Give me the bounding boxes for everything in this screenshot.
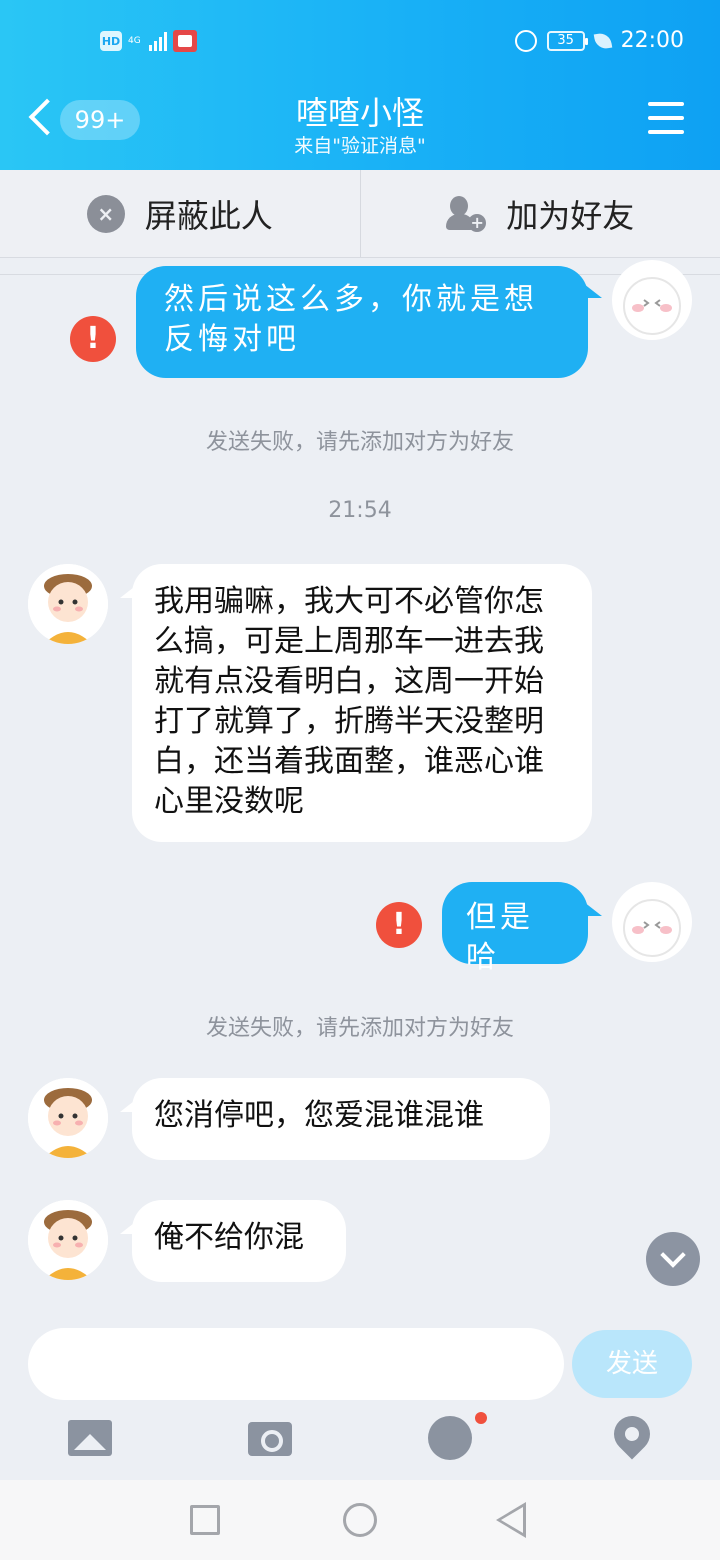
location-icon[interactable] xyxy=(610,1416,658,1460)
send-button[interactable]: 发送 xyxy=(572,1330,692,1398)
message-bubble-outgoing[interactable]: 然后说这么多，你就是想反悔对吧 xyxy=(136,266,588,378)
add-friend-label: 加为好友 xyxy=(506,196,635,235)
send-failed-icon[interactable]: ! xyxy=(70,316,116,362)
message-bubble-incoming[interactable]: 俺不给你混 xyxy=(132,1200,346,1282)
recent-apps-icon[interactable] xyxy=(190,1505,220,1535)
block-face-icon: × xyxy=(86,194,125,233)
contact-avatar[interactable] xyxy=(28,564,108,644)
add-friend-button[interactable]: + 加为好友 xyxy=(359,170,720,257)
home-icon[interactable] xyxy=(343,1503,377,1537)
message-text: 您消停吧，您爱混谁混谁 xyxy=(154,1098,484,1133)
status-bar: HD 4G 35 22:00 xyxy=(0,24,720,60)
battery-icon: 35 xyxy=(546,30,588,51)
emoji-icon[interactable] xyxy=(428,1416,476,1460)
send-failed-notice: 发送失败，请先添加对方为好友 xyxy=(205,430,514,455)
my-avatar[interactable] xyxy=(612,882,692,962)
message-text: 我用骗嘛，我大可不必管你怎么搞，可是上周那车一进去我就有点没看明白，这周一开始打… xyxy=(154,584,544,819)
block-user-label: 屏蔽此人 xyxy=(144,196,273,235)
eco-leaf-icon xyxy=(593,31,612,50)
image-icon[interactable] xyxy=(68,1416,116,1460)
hd-icon: HD xyxy=(100,31,122,51)
stranger-action-bar: × 屏蔽此人 + 加为好友 xyxy=(0,170,720,258)
header-bar: HD 4G 35 22:00 99+ 喳喳小怪 来自"验证消息" xyxy=(0,0,720,170)
system-nav-bar xyxy=(0,1480,720,1560)
my-avatar[interactable] xyxy=(612,260,692,340)
message-list[interactable]: ! 然后说这么多，你就是想反悔对吧 发送失败，请先添加对方为好友 21:54 我… xyxy=(0,258,720,1320)
send-failed-notice: 发送失败，请先添加对方为好友 xyxy=(205,1016,514,1041)
send-failed-icon[interactable]: ! xyxy=(376,902,422,948)
book-app-icon xyxy=(172,30,197,52)
message-text: 俺不给你混 xyxy=(154,1220,304,1255)
timestamp: 21:54 xyxy=(328,498,392,523)
back-triangle-icon[interactable] xyxy=(496,1502,526,1538)
message-text: 然后说这么多，你就是想反悔对吧 xyxy=(164,282,538,357)
menu-button[interactable] xyxy=(648,102,684,134)
message-text: 但是哈 xyxy=(466,900,534,975)
add-user-icon: + xyxy=(446,194,487,234)
message-input[interactable] xyxy=(28,1328,564,1400)
scroll-to-bottom-button[interactable] xyxy=(646,1232,700,1286)
camera-icon[interactable] xyxy=(248,1416,296,1460)
signal-icon xyxy=(148,31,167,51)
message-bubble-outgoing[interactable]: 但是哈 xyxy=(442,882,588,975)
block-user-button[interactable]: × 屏蔽此人 xyxy=(0,170,360,257)
composer: 发送 xyxy=(0,1320,720,1480)
alarm-icon xyxy=(514,29,537,52)
composer-toolbar xyxy=(0,1408,720,1472)
network-type: 4G xyxy=(128,35,141,46)
contact-avatar[interactable] xyxy=(28,1200,108,1280)
message-bubble-incoming[interactable]: 我用骗嘛，我大可不必管你怎么搞，可是上周那车一进去我就有点没看明白，这周一开始打… xyxy=(132,564,592,842)
message-bubble-incoming[interactable]: 您消停吧，您爱混谁混谁 xyxy=(132,1078,550,1160)
chat-title: 喳喳小怪 xyxy=(295,94,424,132)
chat-subtitle: 来自"验证消息" xyxy=(294,135,426,157)
new-indicator-dot xyxy=(475,1412,487,1424)
clock: 22:00 xyxy=(620,28,684,53)
contact-avatar[interactable] xyxy=(28,1078,108,1158)
